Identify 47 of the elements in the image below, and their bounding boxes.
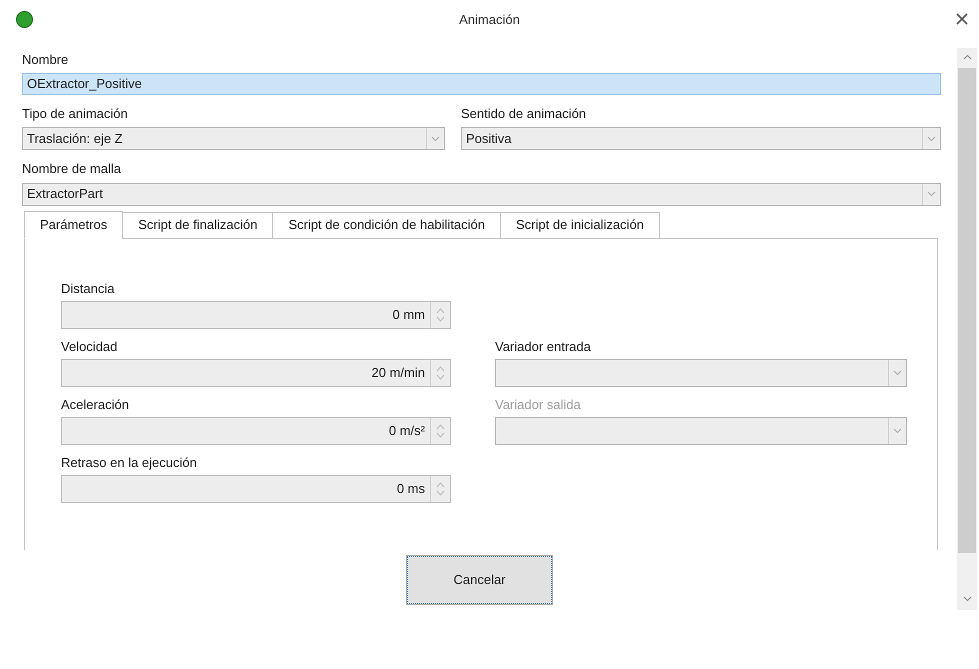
chevron-down-icon (893, 428, 902, 434)
chevron-down-icon (893, 370, 902, 376)
spin-arrows-icon[interactable] (436, 422, 445, 440)
tab[interactable]: Parámetros (24, 210, 124, 238)
spin-arrows-icon[interactable] (436, 480, 445, 498)
field-label: Variador salida (495, 396, 582, 414)
dropdown[interactable]: Positiva (461, 127, 941, 150)
scrollbar[interactable] (957, 48, 977, 610)
spin-arrows-icon[interactable] (436, 306, 445, 324)
dropdown-value: ExtractorPart (26, 185, 104, 204)
spin-value: 0 ms (396, 480, 426, 498)
dropdown-value: Positiva (465, 130, 513, 148)
spin-value: 20 m/min (370, 364, 426, 382)
cancel-button[interactable]: Cancelar (407, 556, 552, 604)
tab[interactable]: Script de inicialización (500, 212, 660, 238)
field-label: Tipo de animación (22, 104, 129, 123)
spin-box[interactable]: 0 mm (61, 301, 451, 329)
dropdown[interactable]: ExtractorPart (22, 182, 941, 206)
tab[interactable]: Script de finalización (122, 212, 274, 238)
app-icon (16, 11, 33, 28)
input-field[interactable]: OExtractor_Positive (22, 72, 941, 94)
chevron-down-icon (927, 191, 936, 197)
spin-value: 0 m/s² (388, 422, 426, 440)
field-label: Velocidad (61, 338, 118, 356)
dropdown-value: Traslación: eje Z (26, 130, 124, 148)
field-label: Sentido de animación (461, 104, 588, 122)
dropdown[interactable] (495, 417, 907, 445)
field-label: Aceleración (61, 396, 130, 414)
field-label: Distancia (61, 280, 116, 298)
field-label: Retraso en la ejecución (61, 454, 198, 472)
dropdown[interactable]: Traslación: eje Z (22, 127, 445, 150)
spin-box[interactable]: 0 m/s² (61, 417, 451, 445)
chevron-down-icon (431, 136, 440, 142)
window-title: Animación (459, 11, 520, 30)
scroll-thumb[interactable] (958, 68, 976, 553)
field-label: Variador entrada (495, 338, 592, 356)
close-icon[interactable] (955, 12, 969, 26)
spin-box[interactable]: 0 ms (61, 475, 451, 503)
dropdown[interactable] (495, 359, 907, 387)
spin-box[interactable]: 20 m/min (61, 359, 451, 387)
scroll-up-icon[interactable] (962, 54, 972, 60)
spin-arrows-icon[interactable] (436, 364, 445, 382)
field-label: Nombre de malla (22, 160, 122, 178)
chevron-down-icon (927, 136, 936, 142)
scroll-down-icon[interactable] (962, 596, 972, 602)
field-label: Nombre (22, 51, 70, 69)
spin-value: 0 mm (392, 306, 426, 324)
